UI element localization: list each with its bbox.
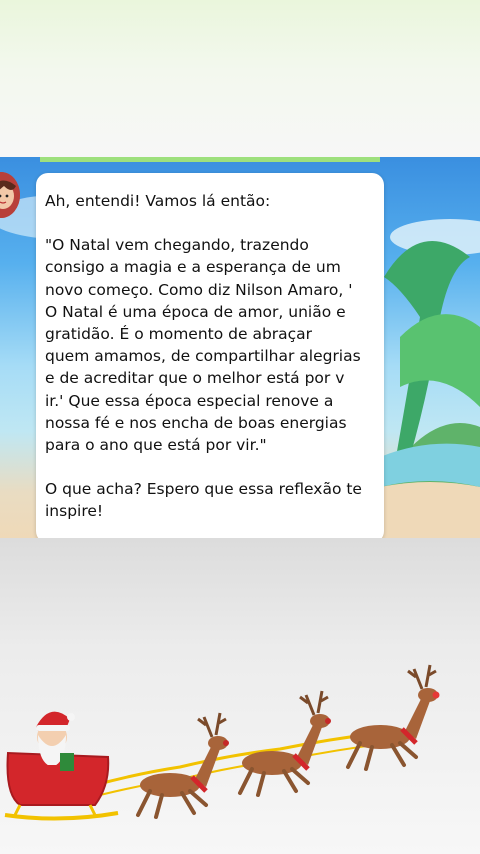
message-quote: "O Natal vem chegando, trazendo consigo … [45,236,361,455]
message-closing: O que acha? Espero que essa reflexão te … [45,480,362,521]
santa-sleigh-icon [4,711,119,821]
message-text: Ah, entendi! Vamos lá então: "O Natal ve… [45,190,375,523]
top-background [0,0,480,157]
reindeer-icon [346,664,440,771]
santa-sleigh-illustration [4,664,440,821]
message-intro: Ah, entendi! Vamos lá então: [45,192,271,210]
